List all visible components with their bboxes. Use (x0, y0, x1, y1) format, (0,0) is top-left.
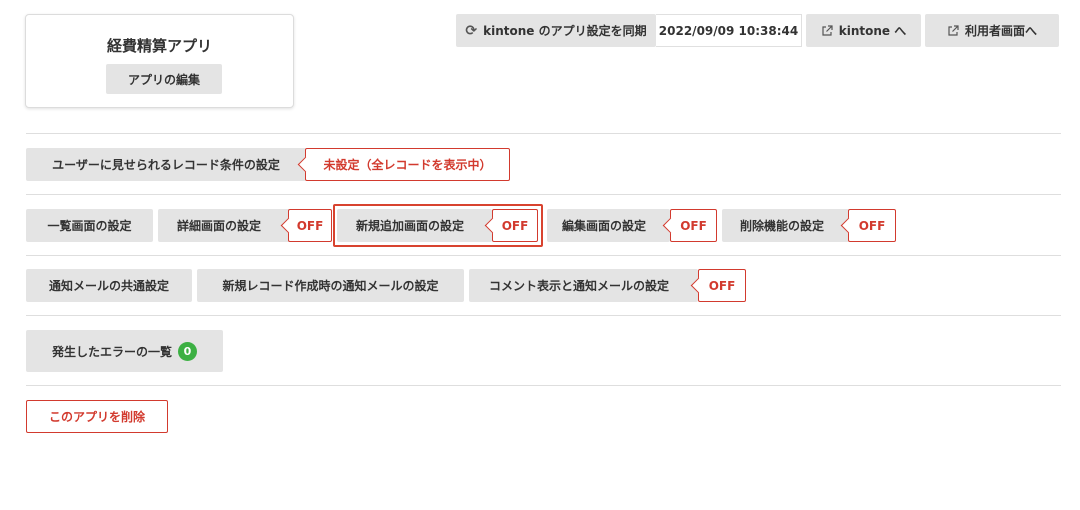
divider (26, 255, 1061, 256)
error-count-badge: 0 (178, 341, 197, 361)
edit-screen-settings-button[interactable]: 編集画面の設定 (547, 209, 670, 242)
sync-kintone-settings-button[interactable]: ⟳ kintone のアプリ設定を同期 (456, 14, 656, 47)
divider (26, 385, 1061, 386)
detail-screen-status-badge: OFF (288, 209, 332, 242)
error-list-label: 発生したエラーの一覧 (51, 344, 172, 359)
kintone-link-label: kintone へ (838, 24, 907, 38)
detail-screen-settings-button[interactable]: 詳細画面の設定 (158, 209, 290, 242)
comment-notification-status-badge: OFF (698, 269, 746, 302)
new-screen-status-badge: OFF (492, 209, 538, 242)
edit-screen-status-badge: OFF (670, 209, 717, 242)
divider (26, 133, 1061, 134)
app-title: 経費精算アプリ (106, 37, 212, 55)
external-link-icon (948, 24, 959, 36)
user-screen-link-label: 利用者画面へ (964, 24, 1037, 38)
refresh-icon: ⟳ (465, 22, 478, 39)
record-condition-settings-button[interactable]: ユーザーに見せられるレコード条件の設定 (26, 148, 306, 181)
comment-notification-settings-button[interactable]: コメント表示と通知メールの設定 (469, 269, 698, 302)
sync-label: kintone のアプリ設定を同期 (483, 24, 647, 38)
new-record-notification-settings-button[interactable]: 新規レコード作成時の通知メールの設定 (197, 269, 464, 302)
external-link-icon (822, 24, 833, 36)
record-condition-status-badge: 未設定（全レコードを表示中） (305, 148, 510, 181)
list-screen-settings-button[interactable]: 一覧画面の設定 (26, 209, 153, 242)
new-screen-settings-button[interactable]: 新規追加画面の設定 (337, 209, 492, 242)
error-list-button[interactable]: 発生したエラーの一覧 0 (26, 330, 223, 372)
divider (26, 194, 1061, 195)
go-to-user-screen-button[interactable]: 利用者画面へ (925, 14, 1059, 47)
delete-app-button[interactable]: このアプリを削除 (26, 400, 168, 433)
edit-app-button[interactable]: アプリの編集 (106, 64, 222, 94)
divider (26, 315, 1061, 316)
go-to-kintone-button[interactable]: kintone へ (806, 14, 921, 47)
sync-timestamp: 2022/09/09 10:38:44 (656, 14, 802, 47)
app-card: 経費精算アプリ アプリの編集 (25, 14, 294, 108)
common-notification-settings-button[interactable]: 通知メールの共通設定 (26, 269, 192, 302)
delete-function-settings-button[interactable]: 削除機能の設定 (722, 209, 849, 242)
delete-function-status-badge: OFF (848, 209, 896, 242)
